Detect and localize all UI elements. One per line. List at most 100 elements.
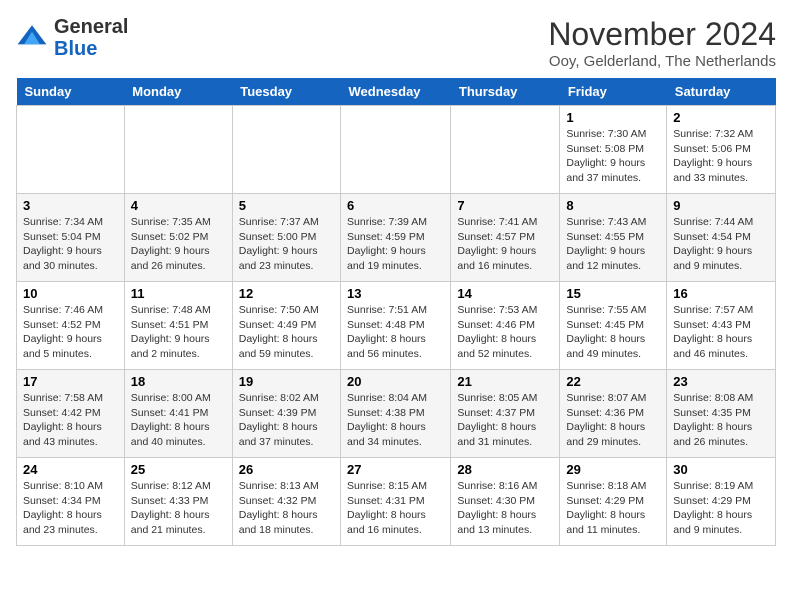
week-row-2: 10 Sunrise: 7:46 AM Sunset: 4:52 PM Dayli… bbox=[17, 282, 776, 370]
week-row-1: 3 Sunrise: 7:34 AM Sunset: 5:04 PM Daylig… bbox=[17, 194, 776, 282]
day-number: 8 bbox=[566, 198, 660, 213]
day-number: 4 bbox=[131, 198, 226, 213]
day-number: 30 bbox=[673, 462, 769, 477]
col-sunday: Sunday bbox=[17, 78, 125, 106]
cell-0-0 bbox=[17, 106, 125, 194]
cell-0-5: 1 Sunrise: 7:30 AM Sunset: 5:08 PM Daylig… bbox=[560, 106, 667, 194]
day-number: 18 bbox=[131, 374, 226, 389]
day-info: Sunrise: 7:46 AM Sunset: 4:52 PM Dayligh… bbox=[23, 303, 118, 362]
cell-2-6: 16Sunrise: 7:57 AM Sunset: 4:43 PM Dayli… bbox=[667, 282, 776, 370]
location-subtitle: Ooy, Gelderland, The Netherlands bbox=[548, 53, 776, 70]
day-info: Sunrise: 8:18 AM Sunset: 4:29 PM Dayligh… bbox=[566, 479, 660, 538]
day-number: 9 bbox=[673, 198, 769, 213]
day-info: Sunrise: 8:08 AM Sunset: 4:35 PM Dayligh… bbox=[673, 391, 769, 450]
month-title: November 2024 bbox=[548, 16, 776, 53]
day-number: 23 bbox=[673, 374, 769, 389]
day-info: Sunrise: 7:30 AM Sunset: 5:08 PM Dayligh… bbox=[566, 127, 660, 186]
day-number: 26 bbox=[239, 462, 334, 477]
cell-1-6: 9 Sunrise: 7:44 AM Sunset: 4:54 PM Daylig… bbox=[667, 194, 776, 282]
day-info: Sunrise: 7:43 AM Sunset: 4:55 PM Dayligh… bbox=[566, 215, 660, 274]
day-number: 27 bbox=[347, 462, 444, 477]
cell-2-2: 12Sunrise: 7:50 AM Sunset: 4:49 PM Dayli… bbox=[232, 282, 340, 370]
day-info: Sunrise: 8:04 AM Sunset: 4:38 PM Dayligh… bbox=[347, 391, 444, 450]
week-row-0: 1 Sunrise: 7:30 AM Sunset: 5:08 PM Daylig… bbox=[17, 106, 776, 194]
week-row-3: 17 Sunrise: 7:58 AM Sunset: 4:42 PM Dayli… bbox=[17, 370, 776, 458]
day-number: 14 bbox=[457, 286, 553, 301]
cell-1-3: 6 Sunrise: 7:39 AM Sunset: 4:59 PM Daylig… bbox=[341, 194, 451, 282]
day-number: 22 bbox=[566, 374, 660, 389]
cell-4-2: 26 Sunrise: 8:13 AM Sunset: 4:32 PM Dayli… bbox=[232, 458, 340, 546]
logo: General Blue bbox=[16, 16, 128, 60]
day-info: Sunrise: 8:00 AM Sunset: 4:41 PM Dayligh… bbox=[131, 391, 226, 450]
cell-1-1: 4Sunrise: 7:35 AM Sunset: 5:02 PM Daylig… bbox=[124, 194, 232, 282]
day-info: Sunrise: 7:58 AM Sunset: 4:42 PM Dayligh… bbox=[23, 391, 118, 450]
cell-1-5: 8 Sunrise: 7:43 AM Sunset: 4:55 PM Daylig… bbox=[560, 194, 667, 282]
header: General Blue November 2024 Ooy, Gelderla… bbox=[16, 16, 776, 70]
cell-4-0: 24 Sunrise: 8:10 AM Sunset: 4:34 PM Dayli… bbox=[17, 458, 125, 546]
day-info: Sunrise: 8:12 AM Sunset: 4:33 PM Dayligh… bbox=[131, 479, 226, 538]
day-number: 7 bbox=[457, 198, 553, 213]
calendar-header-row: Sunday Monday Tuesday Wednesday Thursday… bbox=[17, 78, 776, 106]
day-info: Sunrise: 7:44 AM Sunset: 4:54 PM Dayligh… bbox=[673, 215, 769, 274]
cell-1-4: 7 Sunrise: 7:41 AM Sunset: 4:57 PM Daylig… bbox=[451, 194, 560, 282]
day-info: Sunrise: 7:32 AM Sunset: 5:06 PM Dayligh… bbox=[673, 127, 769, 186]
logo-text-blue: Blue bbox=[54, 38, 97, 60]
day-info: Sunrise: 8:15 AM Sunset: 4:31 PM Dayligh… bbox=[347, 479, 444, 538]
cell-2-1: 11 Sunrise: 7:48 AM Sunset: 4:51 PM Dayli… bbox=[124, 282, 232, 370]
day-info: Sunrise: 7:34 AM Sunset: 5:04 PM Dayligh… bbox=[23, 215, 118, 274]
day-number: 28 bbox=[457, 462, 553, 477]
day-number: 11 bbox=[131, 286, 226, 301]
day-info: Sunrise: 8:07 AM Sunset: 4:36 PM Dayligh… bbox=[566, 391, 660, 450]
col-monday: Monday bbox=[124, 78, 232, 106]
cell-1-2: 5Sunrise: 7:37 AM Sunset: 5:00 PM Daylig… bbox=[232, 194, 340, 282]
cell-3-5: 22 Sunrise: 8:07 AM Sunset: 4:36 PM Dayli… bbox=[560, 370, 667, 458]
day-number: 24 bbox=[23, 462, 118, 477]
day-number: 2 bbox=[673, 110, 769, 125]
day-number: 13 bbox=[347, 286, 444, 301]
day-info: Sunrise: 7:57 AM Sunset: 4:43 PM Dayligh… bbox=[673, 303, 769, 362]
day-number: 1 bbox=[566, 110, 660, 125]
col-wednesday: Wednesday bbox=[341, 78, 451, 106]
day-number: 15 bbox=[566, 286, 660, 301]
day-number: 10 bbox=[23, 286, 118, 301]
col-tuesday: Tuesday bbox=[232, 78, 340, 106]
cell-0-2 bbox=[232, 106, 340, 194]
cell-2-3: 13 Sunrise: 7:51 AM Sunset: 4:48 PM Dayli… bbox=[341, 282, 451, 370]
page-container: General Blue November 2024 Ooy, Gelderla… bbox=[16, 16, 776, 546]
day-number: 17 bbox=[23, 374, 118, 389]
day-info: Sunrise: 8:10 AM Sunset: 4:34 PM Dayligh… bbox=[23, 479, 118, 538]
day-info: Sunrise: 7:53 AM Sunset: 4:46 PM Dayligh… bbox=[457, 303, 553, 362]
col-thursday: Thursday bbox=[451, 78, 560, 106]
day-info: Sunrise: 8:19 AM Sunset: 4:29 PM Dayligh… bbox=[673, 479, 769, 538]
day-info: Sunrise: 7:50 AM Sunset: 4:49 PM Dayligh… bbox=[239, 303, 334, 362]
logo-icon bbox=[16, 22, 48, 54]
day-info: Sunrise: 7:39 AM Sunset: 4:59 PM Dayligh… bbox=[347, 215, 444, 274]
cell-2-5: 15Sunrise: 7:55 AM Sunset: 4:45 PM Dayli… bbox=[560, 282, 667, 370]
cell-4-1: 25 Sunrise: 8:12 AM Sunset: 4:33 PM Dayli… bbox=[124, 458, 232, 546]
day-number: 19 bbox=[239, 374, 334, 389]
cell-4-6: 30 Sunrise: 8:19 AM Sunset: 4:29 PM Dayli… bbox=[667, 458, 776, 546]
day-number: 3 bbox=[23, 198, 118, 213]
day-number: 21 bbox=[457, 374, 553, 389]
cell-3-2: 19 Sunrise: 8:02 AM Sunset: 4:39 PM Dayli… bbox=[232, 370, 340, 458]
col-saturday: Saturday bbox=[667, 78, 776, 106]
day-info: Sunrise: 7:51 AM Sunset: 4:48 PM Dayligh… bbox=[347, 303, 444, 362]
day-info: Sunrise: 7:48 AM Sunset: 4:51 PM Dayligh… bbox=[131, 303, 226, 362]
week-row-4: 24 Sunrise: 8:10 AM Sunset: 4:34 PM Dayli… bbox=[17, 458, 776, 546]
cell-0-4 bbox=[451, 106, 560, 194]
cell-4-4: 28 Sunrise: 8:16 AM Sunset: 4:30 PM Dayli… bbox=[451, 458, 560, 546]
day-info: Sunrise: 7:41 AM Sunset: 4:57 PM Dayligh… bbox=[457, 215, 553, 274]
day-info: Sunrise: 7:37 AM Sunset: 5:00 PM Dayligh… bbox=[239, 215, 334, 274]
day-number: 25 bbox=[131, 462, 226, 477]
cell-3-0: 17 Sunrise: 7:58 AM Sunset: 4:42 PM Dayli… bbox=[17, 370, 125, 458]
day-info: Sunrise: 8:13 AM Sunset: 4:32 PM Dayligh… bbox=[239, 479, 334, 538]
cell-4-5: 29 Sunrise: 8:18 AM Sunset: 4:29 PM Dayli… bbox=[560, 458, 667, 546]
day-number: 29 bbox=[566, 462, 660, 477]
day-info: Sunrise: 8:02 AM Sunset: 4:39 PM Dayligh… bbox=[239, 391, 334, 450]
cell-4-3: 27 Sunrise: 8:15 AM Sunset: 4:31 PM Dayli… bbox=[341, 458, 451, 546]
cell-2-4: 14 Sunrise: 7:53 AM Sunset: 4:46 PM Dayli… bbox=[451, 282, 560, 370]
day-info: Sunrise: 8:05 AM Sunset: 4:37 PM Dayligh… bbox=[457, 391, 553, 450]
day-number: 6 bbox=[347, 198, 444, 213]
cell-3-6: 23 Sunrise: 8:08 AM Sunset: 4:35 PM Dayli… bbox=[667, 370, 776, 458]
day-info: Sunrise: 8:16 AM Sunset: 4:30 PM Dayligh… bbox=[457, 479, 553, 538]
